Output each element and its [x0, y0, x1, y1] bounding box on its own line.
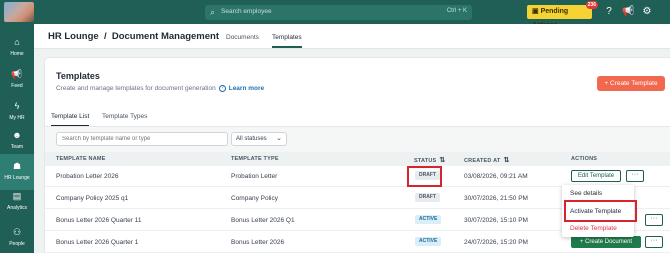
sidebar-item-label: My HR: [9, 115, 25, 121]
status-filter-value: All statuses: [236, 136, 267, 142]
created-at: 24/07/2026, 15:20 PM: [464, 239, 528, 246]
sidebar: ⌂ Home 📢 Feed ϟ My HR ☻ Team ☗ HR Lounge…: [0, 24, 34, 253]
highlight-box: [564, 200, 637, 222]
sidebar-item-label: HR Lounge: [4, 175, 30, 181]
status-filter-select[interactable]: All statuses ⌄: [231, 132, 287, 146]
template-type: Company Policy: [231, 195, 278, 202]
template-name: Bonus Letter 2026 Quarter 11: [56, 217, 142, 224]
sidebar-item-label: Analytics: [6, 205, 27, 211]
template-name: Company Policy 2025 q1: [56, 195, 129, 202]
page-subtitle: Create and manage templates for document…: [56, 85, 264, 92]
create-template-button[interactable]: + Create Template: [597, 76, 665, 91]
menu-item-see-details[interactable]: See details: [570, 190, 602, 197]
column-created-at[interactable]: CREATED AT ⇅: [464, 156, 510, 164]
create-document-button[interactable]: + Create Document: [571, 236, 641, 248]
status-badge: ACTIVE: [415, 215, 442, 224]
megaphone-icon: 📢: [11, 69, 23, 79]
tab-template-types[interactable]: Template Types: [102, 113, 147, 120]
learn-more-link[interactable]: Learn more: [229, 85, 264, 92]
status-badge: DRAFT: [415, 193, 440, 202]
pending-count-badge: 236: [585, 1, 598, 9]
status-badge: ACTIVE: [415, 237, 442, 246]
team-icon: ☻: [12, 130, 22, 140]
info-icon: ?: [218, 85, 226, 92]
page-header: HR Lounge / Document Management Document…: [34, 24, 670, 49]
sidebar-item-label: People: [9, 241, 25, 247]
tab-templates[interactable]: Templates: [272, 34, 302, 48]
tab-documents[interactable]: Documents: [226, 34, 259, 41]
sidebar-item-label: Feed: [11, 83, 23, 89]
hr-lounge-icon: ☗: [12, 161, 22, 171]
template-type: Probation Letter: [231, 173, 278, 180]
search-icon: ⌕: [210, 7, 216, 17]
analytics-icon: ▤: [12, 191, 22, 201]
pending-icon: ▣: [532, 8, 539, 15]
lightning-icon: ϟ: [14, 101, 20, 111]
column-template-type: TEMPLATE TYPE: [231, 156, 279, 162]
more-actions-button[interactable]: ···: [645, 236, 663, 248]
breadcrumb: HR Lounge / Document Management: [48, 31, 220, 42]
org-chart-icon: ⚇: [12, 227, 22, 237]
more-actions-button[interactable]: ···: [626, 170, 644, 182]
sidebar-item-home[interactable]: ⌂ Home: [0, 30, 34, 66]
edit-template-button[interactable]: Edit Template: [571, 170, 621, 182]
page-title: Templates: [56, 71, 100, 81]
settings-icon[interactable]: ⚙: [641, 6, 653, 18]
tab-template-list[interactable]: Template List: [51, 113, 90, 127]
table-header: TEMPLATE NAME TEMPLATE TYPE STATUS ⇅ CREA…: [45, 152, 670, 166]
column-created-label: CREATED AT: [464, 158, 501, 164]
sidebar-item-label: Team: [10, 144, 24, 150]
column-template-name: TEMPLATE NAME: [56, 156, 106, 162]
created-at: 30/07/2026, 15:10 PM: [464, 217, 528, 224]
filter-bar: All statuses ⌄: [45, 127, 670, 152]
chevron-down-icon: ⌄: [276, 135, 282, 142]
employee-search-input[interactable]: ⌕ Search employee Ctrl + K: [205, 5, 472, 20]
template-search-input[interactable]: [56, 132, 228, 146]
more-actions-button[interactable]: ···: [645, 214, 663, 226]
search-placeholder: Search employee: [221, 8, 272, 15]
templates-card: Templates Create and manage templates fo…: [44, 57, 670, 253]
column-status[interactable]: STATUS ⇅: [414, 156, 445, 164]
megaphone-icon[interactable]: 📢: [622, 6, 634, 18]
company-logo[interactable]: [4, 2, 34, 22]
menu-item-delete-template[interactable]: Delete Template: [570, 225, 617, 232]
template-type: Bonus Letter 2026 Q1: [231, 217, 295, 224]
home-icon: ⌂: [14, 37, 20, 47]
template-name: Probation Letter 2026: [56, 173, 119, 180]
sidebar-item-feed[interactable]: 📢 Feed: [0, 62, 34, 98]
subtitle-text: Create and manage templates for document…: [56, 85, 216, 93]
column-actions: ACTIONS: [571, 156, 598, 162]
pending-actions-button[interactable]: ▣ Pending Actions 236: [527, 1, 598, 29]
highlight-box: [407, 166, 442, 187]
top-bar: ⌕ Search employee Ctrl + K ▣ Pending Act…: [0, 0, 670, 29]
column-status-label: STATUS: [414, 158, 437, 164]
sort-icon: ⇅: [503, 157, 510, 164]
created-at: 30/07/2026, 21:50 PM: [464, 195, 528, 202]
template-name: Bonus Letter 2026 Quarter 1: [56, 239, 139, 246]
sort-icon: ⇅: [439, 157, 446, 164]
template-type: Bonus Letter 2026: [231, 239, 285, 246]
sidebar-item-label: Home: [10, 51, 24, 57]
help-icon[interactable]: ?: [603, 6, 615, 18]
table-row[interactable]: Probation Letter 2026 Probation Letter D…: [45, 166, 670, 187]
created-at: 03/08/2026, 09:21 AM: [464, 173, 528, 180]
search-shortcut: Ctrl + K: [446, 8, 467, 14]
sidebar-item-people[interactable]: ⚇ People: [0, 220, 34, 253]
sidebar-item-analytics[interactable]: ▤ Analytics: [0, 184, 34, 220]
